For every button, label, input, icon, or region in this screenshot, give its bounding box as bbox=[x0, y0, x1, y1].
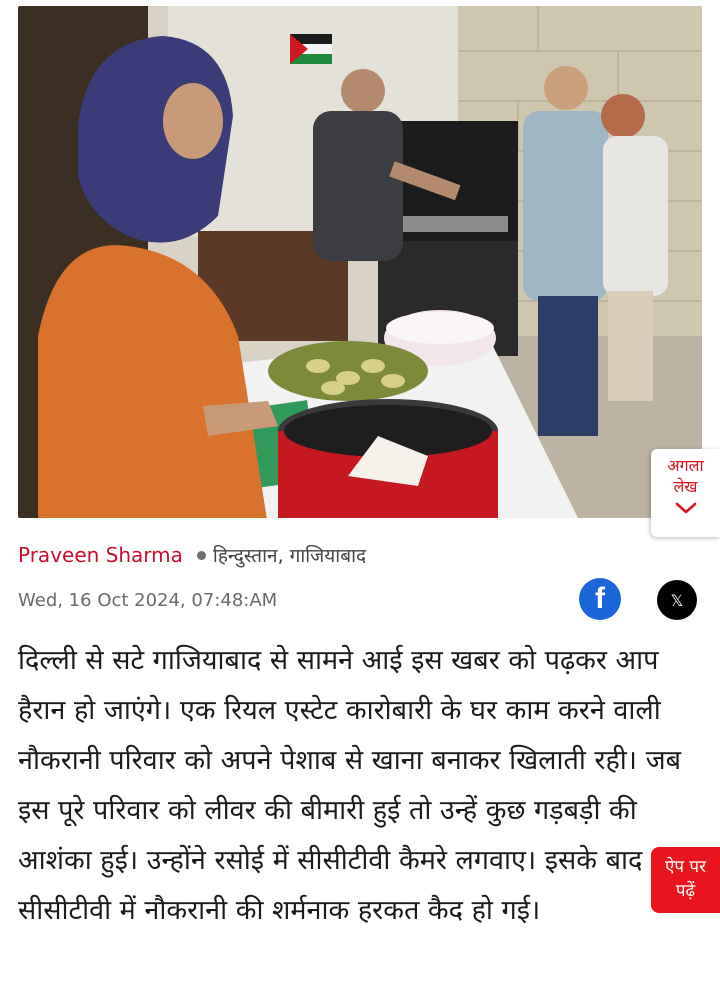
app-badge-line-2: पढ़ें bbox=[675, 881, 696, 901]
article-body: दिल्ली से सटे गाजियाबाद से सामने आई इस ख… bbox=[18, 645, 682, 926]
next-article-tab[interactable]: अगला लेख bbox=[651, 449, 720, 537]
hero-image bbox=[18, 6, 702, 518]
next-article-label-2: लेख bbox=[673, 477, 698, 496]
open-in-app-button[interactable]: ऐप पर पढ़ें bbox=[651, 847, 720, 913]
next-article-label-1: अगला bbox=[667, 456, 704, 475]
facebook-icon: f bbox=[595, 582, 605, 615]
source-label: हिन्दुस्तान, गाजियाबाद bbox=[212, 545, 367, 567]
publish-date: Wed, 16 Oct 2024, 07:48:AM bbox=[18, 590, 278, 611]
author-link[interactable]: Praveen Sharma bbox=[18, 543, 183, 567]
x-icon: 𝕏 bbox=[670, 590, 684, 610]
flag-graphic bbox=[290, 34, 332, 64]
chevron-down-icon bbox=[675, 502, 696, 514]
facebook-share-button[interactable]: f bbox=[579, 578, 621, 620]
separator-dot bbox=[196, 550, 206, 560]
kitchen-photo bbox=[18, 6, 702, 518]
x-share-button[interactable]: 𝕏 bbox=[657, 580, 697, 620]
app-badge-line-1: ऐप पर bbox=[664, 857, 707, 877]
byline: Praveen Sharma हिन्दुस्तान, गाजियाबाद bbox=[18, 538, 618, 572]
